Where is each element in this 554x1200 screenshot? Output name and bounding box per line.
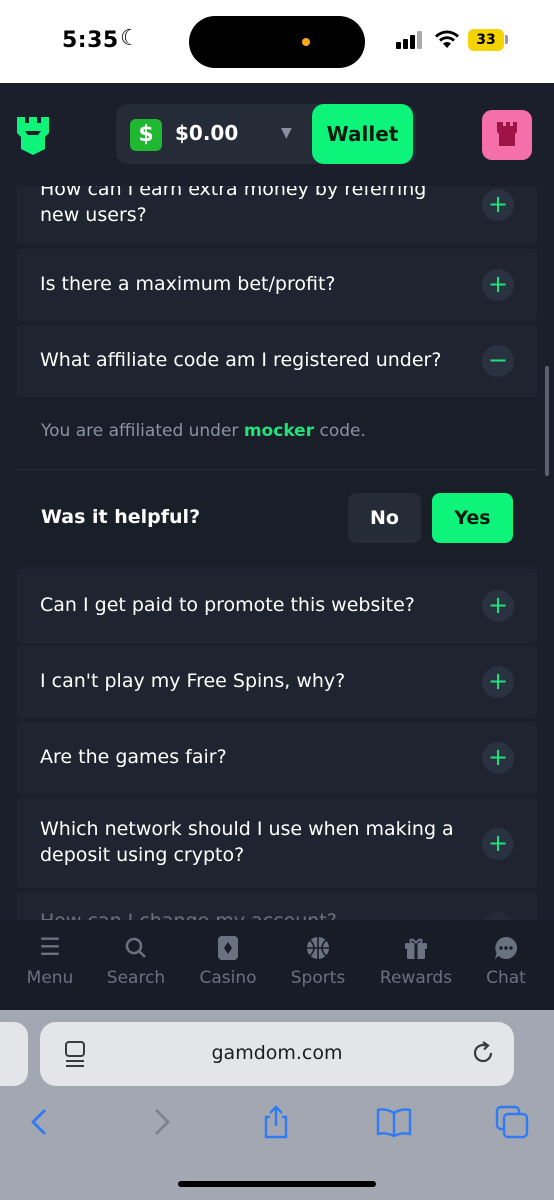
faq-question: What affiliate code am I registered unde…: [40, 349, 442, 371]
helpful-label: Was it helpful?: [41, 506, 201, 528]
plus-icon[interactable]: +: [482, 666, 514, 698]
affiliate-code: mocker: [243, 421, 315, 441]
casino-icon: [183, 930, 273, 964]
faq-item-crypto-network[interactable]: Which network should I use when making a…: [17, 798, 537, 888]
menu-icon: ☰: [39, 933, 61, 961]
share-icon[interactable]: [258, 1104, 294, 1140]
nav-label: Sports: [290, 968, 346, 988]
bottom-nav: ☰ Menu Search Casino Sports Rewards Chat: [0, 920, 554, 1010]
plus-icon[interactable]: +: [482, 912, 514, 920]
plus-icon[interactable]: +: [482, 742, 514, 774]
faq-item-affiliate-code[interactable]: What affiliate code am I registered unde…: [17, 325, 537, 397]
faq-item-referral[interactable]: How can I earn extra money by referring …: [17, 186, 537, 244]
url-text[interactable]: gamdom.com: [40, 1042, 514, 1064]
yes-button[interactable]: Yes: [432, 493, 513, 543]
moon-icon: ☾: [120, 26, 140, 51]
status-time: 5:35: [62, 28, 119, 53]
signal-icon: [396, 31, 424, 49]
chevron-down-icon[interactable]: ▼: [281, 125, 292, 141]
faq-item-account[interactable]: How can I change my account? +: [17, 892, 537, 920]
tabs-icon[interactable]: [494, 1104, 530, 1140]
faq-item-free-spins[interactable]: I can't play my Free Spins, why? +: [17, 646, 537, 718]
answer-text: You are affiliated under mocker code.: [41, 421, 366, 441]
nav-label: Chat: [486, 968, 526, 988]
plus-icon[interactable]: +: [482, 828, 514, 860]
browser-toolbar: gamdom.com: [0, 1010, 554, 1200]
privacy-dot: [302, 38, 310, 46]
nav-label: Rewards: [379, 968, 453, 988]
avatar-tower-icon: [497, 122, 517, 146]
reload-icon[interactable]: [470, 1040, 496, 1066]
battery-tip: [505, 35, 508, 44]
wifi-icon: [435, 30, 459, 48]
faq-item-fair-games[interactable]: Are the games fair? +: [17, 722, 537, 794]
forward-icon[interactable]: [143, 1104, 179, 1140]
home-indicator: [178, 1181, 376, 1187]
plus-icon[interactable]: +: [482, 590, 514, 622]
scrollbar[interactable]: [545, 366, 549, 476]
nav-search[interactable]: Search: [91, 930, 181, 988]
faq-list: How can I earn extra money by referring …: [0, 186, 554, 920]
faq-question: I can't play my Free Spins, why?: [40, 670, 346, 692]
wallet-button[interactable]: Wallet: [312, 104, 413, 164]
previous-tab[interactable]: [0, 1022, 28, 1086]
faq-item-max-bet[interactable]: Is there a maximum bet/profit? +: [17, 249, 537, 321]
nav-label: Casino: [199, 968, 257, 988]
faq-question: How can I change my account?: [40, 908, 457, 920]
plus-icon[interactable]: +: [482, 189, 514, 221]
nav-casino[interactable]: Casino: [183, 930, 273, 988]
battery-icon: 33: [468, 29, 504, 51]
address-bar[interactable]: gamdom.com: [40, 1022, 514, 1086]
rewards-icon: [371, 930, 461, 964]
nav-menu[interactable]: ☰ Menu: [5, 930, 95, 988]
no-button[interactable]: No: [348, 493, 421, 543]
nav-label: Search: [106, 968, 166, 988]
faq-item-promote[interactable]: Can I get paid to promote this website? …: [17, 569, 537, 643]
sports-icon: [273, 930, 363, 964]
status-bar: 5:35 ☾ 33: [0, 0, 554, 83]
search-icon: [91, 930, 181, 964]
nav-rewards[interactable]: Rewards: [371, 930, 461, 988]
minus-icon[interactable]: −: [482, 345, 514, 377]
dollar-icon: $: [130, 119, 162, 151]
dynamic-island: [189, 16, 365, 68]
faq-question: Are the games fair?: [40, 746, 227, 768]
nav-chat[interactable]: Chat: [461, 930, 551, 988]
faq-question: Can I get paid to promote this website?: [40, 594, 415, 616]
faq-question: Which network should I use when making a…: [40, 818, 454, 866]
bookmarks-icon[interactable]: [376, 1104, 412, 1140]
logo-icon[interactable]: [14, 115, 52, 155]
faq-question: Is there a maximum bet/profit?: [40, 273, 336, 295]
answer-prefix: You are affiliated under: [41, 421, 244, 441]
back-icon[interactable]: [22, 1104, 58, 1140]
plus-icon[interactable]: +: [482, 269, 514, 301]
nav-label: Menu: [26, 968, 74, 988]
balance-amount: $0.00: [175, 121, 239, 145]
avatar[interactable]: [482, 110, 532, 160]
faq-answer: You are affiliated under mocker code.: [17, 397, 537, 469]
faq-question: How can I earn extra money by referring …: [40, 186, 427, 226]
answer-suffix: code.: [314, 421, 366, 441]
chat-icon: [461, 930, 551, 964]
nav-sports[interactable]: Sports: [273, 930, 363, 988]
helpful-feedback: Was it helpful? No Yes: [17, 469, 537, 566]
